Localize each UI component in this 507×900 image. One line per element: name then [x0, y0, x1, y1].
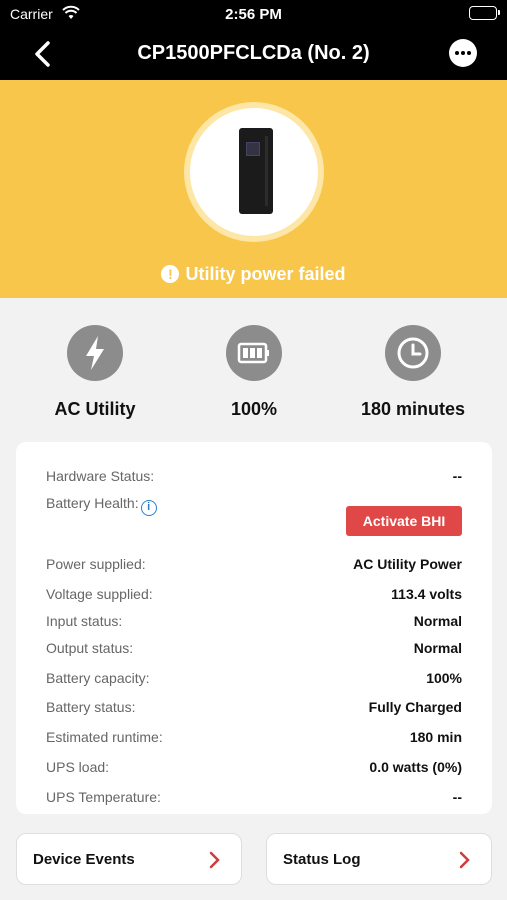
battery-icon	[226, 325, 282, 381]
device-events-button[interactable]: Device Events	[16, 833, 242, 885]
detail-row: Voltage supplied: 113.4 volts	[46, 586, 462, 602]
status-log-label: Status Log	[283, 851, 361, 868]
more-options-icon[interactable]	[449, 39, 477, 67]
detail-label: Battery Health:	[46, 495, 139, 511]
chevron-right-icon	[209, 851, 220, 869]
battery-status-icon	[469, 6, 500, 20]
alert-icon: !	[161, 265, 180, 283]
back-arrow-icon[interactable]	[28, 38, 58, 70]
detail-row: Power supplied: AC Utility Power	[46, 556, 462, 572]
detail-row: Battery capacity: 100%	[46, 670, 462, 686]
ups-device-image	[239, 128, 273, 214]
device-events-label: Device Events	[33, 851, 135, 868]
activate-bhi-button[interactable]: Activate BHI	[346, 506, 462, 536]
clock-time: 2:56 PM	[225, 6, 282, 23]
metric-label: 100%	[230, 399, 278, 419]
detail-value: --	[452, 468, 462, 484]
metric-power-source: AC Utility	[15, 325, 175, 420]
detail-row-hardware-status: Hardware Status: --	[46, 468, 462, 490]
detail-row: Battery status: Fully Charged	[46, 699, 462, 715]
status-bar: Carrier 2:56 PM	[0, 0, 507, 28]
detail-row: UPS Temperature: --	[46, 789, 462, 805]
alert-text: Utility power failed	[185, 264, 346, 284]
metric-runtime: 180 minutes	[333, 325, 493, 420]
power-alert: ! Utility power failed	[0, 264, 507, 285]
clock-icon	[385, 325, 441, 381]
detail-row: Input status: Normal	[46, 613, 462, 629]
detail-row: Estimated runtime: 180 min	[46, 729, 462, 745]
info-icon[interactable]: i	[140, 500, 157, 516]
detail-row: Output status: Normal	[46, 640, 462, 656]
status-log-button[interactable]: Status Log	[266, 833, 492, 885]
lightning-bolt-icon	[67, 325, 123, 381]
metric-label: AC Utility	[54, 399, 136, 419]
metric-battery: 100%	[174, 325, 334, 420]
device-details-card: Hardware Status: -- Battery Health: i Act…	[16, 442, 492, 814]
detail-label: Hardware Status:	[46, 468, 155, 484]
device-status-hero: ! Utility power failed	[0, 80, 507, 298]
device-image-frame	[184, 102, 324, 242]
detail-row: UPS load: 0.0 watts (0%)	[46, 759, 462, 775]
metric-label: 180 minutes	[360, 399, 466, 419]
page-title: CP1500PFCLCDa (No. 2)	[137, 42, 370, 64]
chevron-right-icon	[459, 851, 470, 869]
navigation-bar: CP1500PFCLCDa (No. 2)	[0, 28, 507, 80]
